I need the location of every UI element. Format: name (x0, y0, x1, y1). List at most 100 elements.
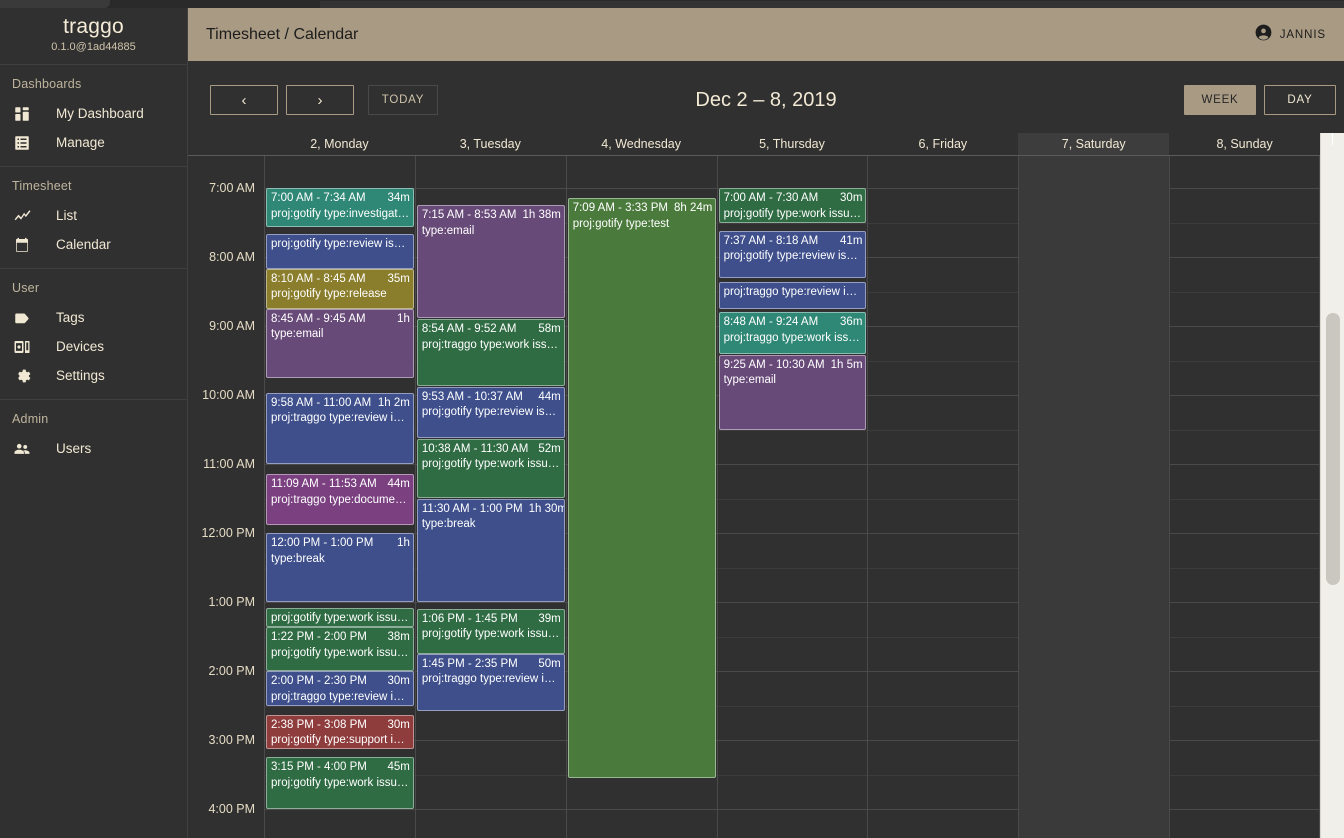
calendar-event[interactable]: proj:gotify type:review issu… (266, 234, 414, 269)
calendar-event[interactable]: 7:15 AM - 8:53 AM1h 38mtype:email (417, 205, 565, 318)
view-week-button[interactable]: WEEK (1184, 85, 1256, 115)
scrollbar-thumb[interactable] (1326, 313, 1340, 585)
calendar-event[interactable]: 8:54 AM - 9:52 AM58mproj:traggo type:wor… (417, 319, 565, 386)
day-header-wednesday[interactable]: 4, Wednesday (566, 133, 717, 155)
time-label: 2:00 PM (188, 664, 255, 678)
sidebar-item-label: Calendar (56, 237, 111, 252)
calendar-event[interactable]: 12:00 PM - 1:00 PM1htype:break (266, 533, 414, 602)
sidebar-item-settings[interactable]: Settings (0, 361, 187, 390)
today-button[interactable]: TODAY (368, 85, 438, 115)
calendar-event[interactable]: 11:09 AM - 11:53 AM44mproj:traggo type:d… (266, 474, 414, 525)
sidebar-item-label: Settings (56, 368, 105, 383)
event-tags: proj:traggo type:review iss… (724, 285, 863, 301)
devices-icon (12, 337, 32, 357)
time-label: 1:00 PM (188, 595, 255, 609)
sidebar-item-users[interactable]: Users (0, 434, 187, 463)
time-label: 3:00 PM (188, 733, 255, 747)
view-day-button[interactable]: DAY (1264, 85, 1336, 115)
calendar-event[interactable]: 1:22 PM - 2:00 PM38mproj:gotify type:wor… (266, 627, 414, 671)
day-header-sunday[interactable]: 8, Sunday (1169, 133, 1320, 155)
brand-name: traggo (0, 15, 187, 39)
day-header-friday[interactable]: 6, Friday (867, 133, 1018, 155)
user-menu-button[interactable]: JANNIS (1254, 23, 1326, 47)
sidebar-item-calendar[interactable]: Calendar (0, 230, 187, 259)
vertical-scrollbar[interactable] (1320, 133, 1344, 838)
day-column-friday[interactable] (867, 156, 1018, 838)
calendar-event[interactable]: 7:00 AM - 7:34 AM34mproj:gotify type:inv… (266, 188, 414, 227)
brand-block: traggo 0.1.0@1ad44885 (0, 8, 187, 65)
next-week-button[interactable]: › (286, 85, 354, 115)
day-header-thursday[interactable]: 5, Thursday (717, 133, 868, 155)
calendar-event[interactable]: proj:gotify type:work issue… (266, 608, 414, 628)
time-axis: 7:00 AM8:00 AM9:00 AM10:00 AM11:00 AM12:… (188, 156, 264, 838)
sidebar-item-my-dashboard[interactable]: My Dashboard (0, 99, 187, 128)
prev-week-button[interactable]: ‹ (210, 85, 278, 115)
calendar-event[interactable]: 7:09 AM - 3:33 PM8h 24mproj:gotify type:… (568, 198, 716, 778)
event-duration-label: 1h 2m (372, 396, 410, 412)
event-duration-label: 38m (381, 630, 409, 646)
event-time-row: 7:37 AM - 8:18 AM41m (724, 234, 863, 250)
event-duration-label: 45m (381, 760, 409, 776)
time-label: 9:00 AM (188, 319, 255, 333)
calendar-event[interactable]: 3:15 PM - 4:00 PM45mproj:gotify type:wor… (266, 757, 414, 809)
calendar-event[interactable]: 9:25 AM - 10:30 AM1h 5mtype:email (719, 355, 867, 430)
day-column-wednesday[interactable]: 7:09 AM - 3:33 PM8h 24mproj:gotify type:… (566, 156, 717, 838)
calendar-event[interactable]: 8:48 AM - 9:24 AM36mproj:traggo type:wor… (719, 312, 867, 353)
event-time-row: 9:53 AM - 10:37 AM44m (422, 390, 561, 406)
app-bar: Timesheet / Calendar JANNIS (188, 8, 1344, 61)
event-tags: proj:traggo type:review issue:#13 (271, 411, 410, 427)
sidebar-item-list[interactable]: List (0, 201, 187, 230)
event-time-row: 3:15 PM - 4:00 PM45m (271, 760, 410, 776)
day-column-monday[interactable]: 7:00 AM - 7:34 AM34mproj:gotify type:inv… (264, 156, 415, 838)
sidebar-item-tags[interactable]: Tags (0, 303, 187, 332)
event-duration-label: 1h (391, 536, 410, 552)
event-duration-label: 58m (532, 322, 560, 338)
calendar-event[interactable]: 2:00 PM - 2:30 PM30mproj:traggo type:rev… (266, 671, 414, 706)
day-header-saturday[interactable]: 7, Saturday (1018, 133, 1169, 155)
event-tags: proj:traggo type:document… (271, 493, 410, 509)
calendar-event[interactable]: 8:10 AM - 8:45 AM35mproj:gotify type:rel… (266, 269, 414, 309)
sidebar-item-manage[interactable]: Manage (0, 128, 187, 157)
calendar-event[interactable]: 8:45 AM - 9:45 AM1htype:email (266, 309, 414, 378)
event-time-row: 2:00 PM - 2:30 PM30m (271, 674, 410, 690)
event-duration-label: 30m (834, 191, 862, 207)
event-tags: proj:gotify type:work issue… (724, 207, 863, 223)
event-time-row: 10:38 AM - 11:30 AM52m (422, 442, 561, 458)
day-column-sunday[interactable] (1169, 156, 1320, 838)
sidebar-item-devices[interactable]: Devices (0, 332, 187, 361)
event-time-label: 11:09 AM - 11:53 AM (271, 477, 377, 493)
calendar-event[interactable]: 7:37 AM - 8:18 AM41mproj:gotify type:rev… (719, 231, 867, 278)
calendar-event[interactable]: proj:traggo type:review iss… (719, 282, 867, 308)
event-duration-label: 44m (532, 390, 560, 406)
event-tags: proj:gotify type:support iss… (271, 733, 410, 749)
event-time-label: 1:22 PM - 2:00 PM (271, 630, 367, 646)
event-duration-label: 50m (532, 657, 560, 673)
event-duration-label: 41m (834, 234, 862, 250)
calendar-event[interactable]: 2:38 PM - 3:08 PM30mproj:gotify type:sup… (266, 715, 414, 750)
brand-version: 0.1.0@1ad44885 (0, 40, 187, 55)
calendar-event[interactable]: 1:06 PM - 1:45 PM39mproj:gotify type:wor… (417, 609, 565, 654)
tag-icon (12, 308, 32, 328)
day-column-thursday[interactable]: 7:00 AM - 7:30 AM30mproj:gotify type:wor… (717, 156, 868, 838)
event-time-label: 10:38 AM - 11:30 AM (422, 442, 529, 458)
day-column-tuesday[interactable]: 7:15 AM - 8:53 AM1h 38mtype:email8:54 AM… (415, 156, 566, 838)
sidebar-section-timesheet: TimesheetListCalendar (0, 167, 187, 269)
calendar-event[interactable]: 1:45 PM - 2:35 PM50mproj:traggo type:rev… (417, 654, 565, 712)
calendar-event[interactable]: 11:30 AM - 1:00 PM1h 30mtype:break (417, 499, 565, 603)
calendar-event[interactable]: 9:53 AM - 10:37 AM44mproj:gotify type:re… (417, 387, 565, 438)
event-time-label: 7:00 AM - 7:34 AM (271, 191, 366, 207)
day-column-saturday[interactable] (1018, 156, 1169, 838)
day-header-tuesday[interactable]: 3, Tuesday (415, 133, 566, 155)
event-duration-label: 52m (532, 442, 560, 458)
event-duration-label: 8h 24m (668, 201, 712, 217)
calendar-event[interactable]: 7:00 AM - 7:30 AM30mproj:gotify type:wor… (719, 188, 867, 223)
event-time-row: 12:00 PM - 1:00 PM1h (271, 536, 410, 552)
calendar-event[interactable]: 9:58 AM - 11:00 AM1h 2mproj:traggo type:… (266, 393, 414, 464)
day-header-monday[interactable]: 2, Monday (264, 133, 415, 155)
timeline-chart-icon (12, 206, 32, 226)
event-time-row: 1:06 PM - 1:45 PM39m (422, 612, 561, 628)
event-time-label: 9:58 AM - 11:00 AM (271, 396, 371, 412)
sidebar-section-admin: AdminUsers (0, 400, 187, 472)
calendar-event[interactable]: 10:38 AM - 11:30 AM52mproj:gotify type:w… (417, 439, 565, 499)
event-tags: proj:gotify type:investigate… (271, 207, 410, 223)
